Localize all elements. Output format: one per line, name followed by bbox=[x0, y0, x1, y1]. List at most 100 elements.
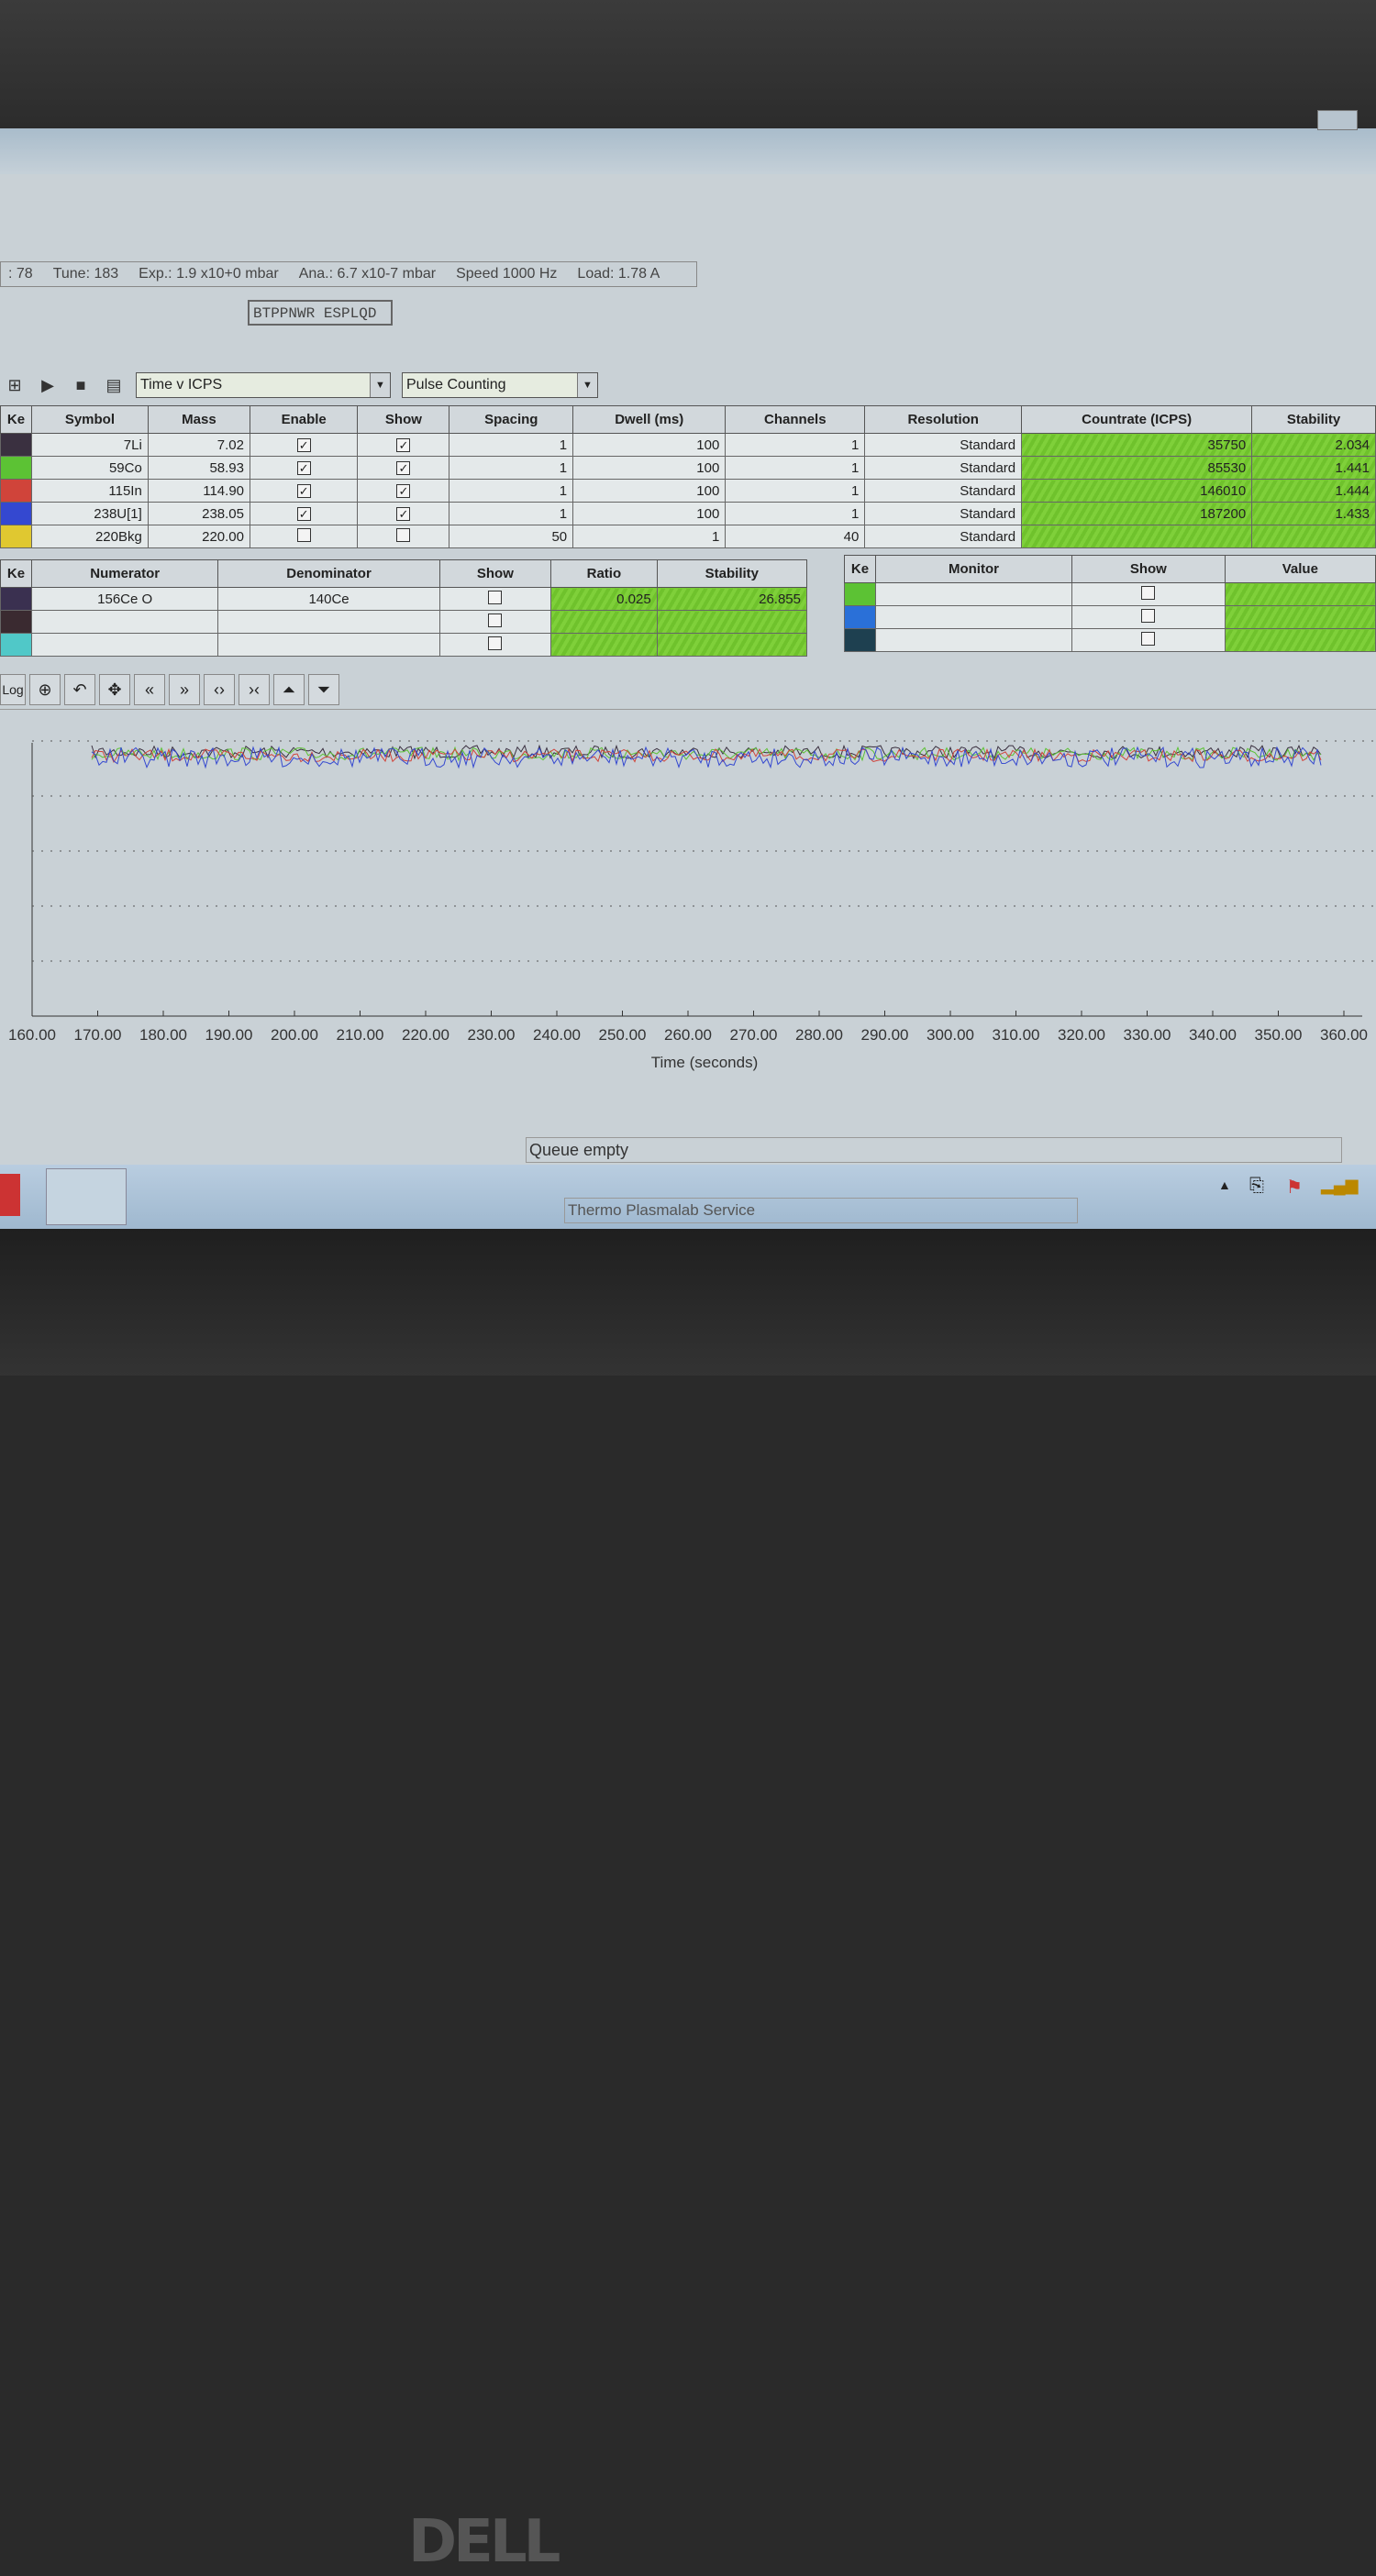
color-key[interactable] bbox=[0, 610, 32, 634]
enable-checkbox[interactable]: ✓ bbox=[296, 483, 311, 498]
channels-cell[interactable]: 1 bbox=[725, 433, 866, 457]
column-header[interactable]: Ratio bbox=[550, 559, 658, 588]
compress-y-icon[interactable]: ⏷ bbox=[308, 673, 339, 705]
zoom-icon[interactable]: ⊕ bbox=[29, 673, 61, 705]
column-header[interactable]: Mass bbox=[147, 405, 251, 434]
scroll-right-icon[interactable]: » bbox=[169, 673, 200, 705]
expand-y-icon[interactable]: ⏶ bbox=[273, 673, 305, 705]
enable-checkbox[interactable]: ✓ bbox=[296, 460, 311, 475]
minimize-button[interactable] bbox=[1317, 110, 1358, 130]
column-header[interactable]: Show bbox=[438, 559, 552, 588]
plasmalab-taskbar-button[interactable] bbox=[46, 1168, 127, 1225]
spacing-cell[interactable]: 1 bbox=[449, 433, 574, 457]
spacing-cell[interactable]: 1 bbox=[449, 502, 574, 525]
show-checkbox[interactable]: ✓ bbox=[396, 460, 411, 475]
action-center-flag-icon[interactable]: ⚑ bbox=[1286, 1176, 1303, 1199]
column-header[interactable]: Stability bbox=[656, 559, 808, 588]
stop-icon[interactable]: ■ bbox=[70, 376, 92, 395]
show-checkbox[interactable] bbox=[1141, 608, 1156, 623]
resolution-cell[interactable]: Standard bbox=[864, 456, 1023, 480]
column-header[interactable]: Channels bbox=[725, 405, 866, 434]
column-header[interactable]: Dwell (ms) bbox=[572, 405, 727, 434]
table-row[interactable]: 220Bkg 220.00 50 1 40 Standard bbox=[0, 525, 1376, 548]
numerator-cell[interactable]: 156Ce O bbox=[30, 587, 219, 611]
view-select[interactable]: Time v ICPS ▼ bbox=[136, 372, 391, 398]
column-header[interactable]: Symbol bbox=[31, 405, 149, 434]
table-row[interactable]: 59Co 58.93 ✓ ✓ 1 100 1 Standard 85530 1.441 bbox=[0, 456, 1376, 480]
tree-icon[interactable]: ⊞ bbox=[4, 376, 26, 395]
column-header[interactable]: Resolution bbox=[864, 405, 1023, 434]
pan-icon[interactable]: ✥ bbox=[99, 673, 130, 705]
color-key[interactable] bbox=[844, 582, 876, 606]
app-icon[interactable] bbox=[0, 1174, 20, 1216]
dwell-cell[interactable]: 100 bbox=[572, 479, 727, 503]
numerator-cell[interactable] bbox=[30, 633, 219, 657]
monitor-cell[interactable] bbox=[875, 628, 1072, 652]
color-key[interactable] bbox=[0, 502, 32, 525]
show-checkbox[interactable]: ✓ bbox=[396, 506, 411, 521]
show-checkbox[interactable]: ✓ bbox=[396, 437, 411, 452]
column-header[interactable]: Ke bbox=[844, 555, 876, 583]
denominator-cell[interactable] bbox=[217, 633, 440, 657]
show-checkbox[interactable]: ✓ bbox=[396, 483, 411, 498]
enable-checkbox[interactable] bbox=[296, 527, 311, 542]
color-key[interactable] bbox=[0, 433, 32, 457]
resolution-cell[interactable]: Standard bbox=[864, 525, 1023, 548]
table-row[interactable]: 115In 114.90 ✓ ✓ 1 100 1 Standard 146010 1.444 bbox=[0, 479, 1376, 503]
properties-icon[interactable]: ▤ bbox=[103, 376, 125, 395]
color-key[interactable] bbox=[0, 525, 32, 548]
chevron-down-icon[interactable]: ▼ bbox=[370, 373, 390, 397]
dwell-cell[interactable]: 100 bbox=[572, 433, 727, 457]
column-header[interactable]: Stability bbox=[1251, 405, 1376, 434]
expand-x-icon[interactable]: ‹› bbox=[204, 673, 235, 705]
chevron-down-icon[interactable]: ▼ bbox=[577, 373, 597, 397]
enable-checkbox[interactable]: ✓ bbox=[296, 437, 311, 452]
color-key[interactable] bbox=[844, 605, 876, 629]
column-header[interactable]: Value bbox=[1224, 555, 1376, 583]
channels-cell[interactable]: 1 bbox=[725, 479, 866, 503]
resolution-cell[interactable]: Standard bbox=[864, 502, 1023, 525]
log-scale-button[interactable]: Log bbox=[0, 673, 26, 705]
taskbar-task[interactable]: Thermo Plasmalab Service bbox=[564, 1198, 1078, 1223]
enable-checkbox[interactable]: ✓ bbox=[296, 506, 311, 521]
resolution-cell[interactable]: Standard bbox=[864, 479, 1023, 503]
dwell-cell[interactable]: 100 bbox=[572, 502, 727, 525]
table-row[interactable]: 238U[1] 238.05 ✓ ✓ 1 100 1 Standard 187200 1.433 bbox=[0, 502, 1376, 525]
show-checkbox[interactable] bbox=[488, 636, 503, 650]
show-checkbox[interactable] bbox=[488, 590, 503, 604]
column-header[interactable]: Monitor bbox=[875, 555, 1072, 583]
channels-cell[interactable]: 40 bbox=[725, 525, 866, 548]
column-header[interactable]: Numerator bbox=[30, 559, 219, 588]
color-key[interactable] bbox=[0, 456, 32, 480]
color-key[interactable] bbox=[0, 587, 32, 611]
resolution-cell[interactable]: Standard bbox=[864, 433, 1023, 457]
numerator-cell[interactable] bbox=[30, 610, 219, 634]
column-header[interactable]: Show bbox=[1071, 555, 1226, 583]
table-row[interactable]: 7Li 7.02 ✓ ✓ 1 100 1 Standard 35750 2.034 bbox=[0, 433, 1376, 457]
mode-select[interactable]: Pulse Counting ▼ bbox=[402, 372, 598, 398]
denominator-cell[interactable] bbox=[217, 610, 440, 634]
show-checkbox[interactable] bbox=[1141, 631, 1156, 646]
color-key[interactable] bbox=[0, 633, 32, 657]
table-row[interactable] bbox=[844, 628, 1376, 652]
table-row[interactable] bbox=[844, 605, 1376, 629]
spacing-cell[interactable]: 50 bbox=[449, 525, 574, 548]
table-row[interactable]: 156Ce O 140Ce 0.025 26.855 bbox=[0, 587, 808, 611]
show-checkbox[interactable] bbox=[1141, 585, 1156, 600]
dwell-cell[interactable]: 1 bbox=[572, 525, 727, 548]
undo-icon[interactable]: ↶ bbox=[64, 673, 95, 705]
show-checkbox[interactable] bbox=[396, 527, 411, 542]
channels-cell[interactable]: 1 bbox=[725, 502, 866, 525]
column-header[interactable]: Ke bbox=[0, 405, 32, 434]
network-signal-icon[interactable]: ▂▄▆ bbox=[1321, 1176, 1358, 1195]
column-header[interactable]: Enable bbox=[249, 405, 359, 434]
scroll-left-icon[interactable]: « bbox=[134, 673, 165, 705]
channels-cell[interactable]: 1 bbox=[725, 456, 866, 480]
column-header[interactable]: Show bbox=[357, 405, 450, 434]
color-key[interactable] bbox=[844, 628, 876, 652]
compress-x-icon[interactable]: ›‹ bbox=[239, 673, 270, 705]
dwell-cell[interactable]: 100 bbox=[572, 456, 727, 480]
spacing-cell[interactable]: 1 bbox=[449, 456, 574, 480]
table-row[interactable] bbox=[844, 582, 1376, 606]
table-row[interactable] bbox=[0, 610, 808, 634]
